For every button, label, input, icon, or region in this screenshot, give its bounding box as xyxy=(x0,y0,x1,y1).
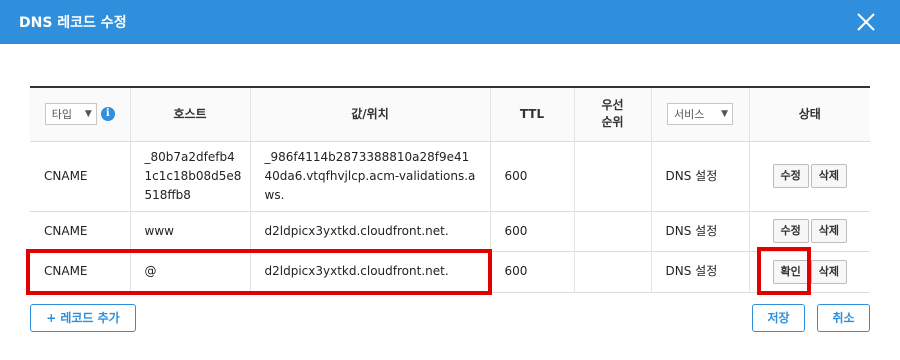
dialog-title: DNS 레코드 수정 xyxy=(19,15,127,31)
dialog-titlebar: DNS 레코드 수정 xyxy=(0,0,900,44)
add-record-label: 레코드 추가 xyxy=(60,311,120,325)
cell-value: _986f4114b2873388810a28f9e4140da6.vtqfhv… xyxy=(250,141,491,211)
header-priority-line1: 우선 xyxy=(601,98,624,113)
table-row: CNAME www d2ldpicx3yxtkd.cloudfront.net.… xyxy=(30,211,870,251)
edit-button[interactable]: 수정 xyxy=(772,219,809,243)
cell-ttl: 600 xyxy=(490,251,575,292)
chevron-down-icon: ▼ xyxy=(721,108,728,119)
cell-value: d2ldpicx3yxtkd.cloudfront.net. xyxy=(250,211,491,251)
cell-host: _80b7a2dfefb41c1c18b08d5e8518ffb8 xyxy=(130,141,251,211)
cell-type: CNAME xyxy=(30,211,131,251)
dns-record-edit-dialog: DNS 레코드 수정 타입 ▼ i 호스트 값/위치 TTL 우선 순위 서비스… xyxy=(0,0,900,360)
edit-button[interactable]: 수정 xyxy=(772,164,809,188)
add-record-button[interactable]: + 레코드 추가 xyxy=(30,304,136,332)
cell-host: www xyxy=(130,211,251,251)
cell-priority xyxy=(574,211,652,251)
header-ttl: TTL xyxy=(490,87,575,141)
service-filter-value: 서비스 xyxy=(674,107,705,121)
close-icon xyxy=(857,13,875,31)
cell-priority xyxy=(574,251,652,292)
highlight-box-row xyxy=(26,249,492,295)
header-priority-line2: 순위 xyxy=(601,115,624,130)
plus-icon: + xyxy=(46,311,57,325)
table-row: CNAME _80b7a2dfefb41c1c18b08d5e8518ffb8 … xyxy=(30,141,870,211)
header-priority: 우선 순위 xyxy=(574,87,652,141)
delete-button[interactable]: 삭제 xyxy=(810,164,847,188)
type-filter-value: 타입 xyxy=(51,107,72,121)
delete-button[interactable]: 삭제 xyxy=(810,219,847,243)
header-value: 값/위치 xyxy=(250,87,491,141)
cell-ttl: 600 xyxy=(490,211,575,251)
cell-priority xyxy=(574,141,652,211)
table-header-row: 타입 ▼ i 호스트 값/위치 TTL 우선 순위 서비스 ▼ 상태 xyxy=(30,87,870,141)
cell-actions: 수정 삭제 xyxy=(749,141,870,211)
info-icon[interactable]: i xyxy=(100,107,115,122)
delete-button[interactable]: 삭제 xyxy=(810,259,847,284)
cell-ttl: 600 xyxy=(490,141,575,211)
highlight-box-confirm xyxy=(757,247,811,295)
header-status: 상태 xyxy=(798,106,821,121)
chevron-down-icon: ▼ xyxy=(84,108,92,119)
cell-actions: 수정 삭제 xyxy=(749,211,870,251)
cell-service: DNS 설정 xyxy=(651,251,750,292)
header-service: 서비스 ▼ xyxy=(651,87,750,141)
cell-type: CNAME xyxy=(30,141,131,211)
service-filter-select[interactable]: 서비스 ▼ xyxy=(667,103,733,126)
cell-service: DNS 설정 xyxy=(651,211,750,251)
header-host: 호스트 xyxy=(130,87,251,141)
cancel-button[interactable]: 취소 xyxy=(817,304,870,332)
cell-service: DNS 설정 xyxy=(651,141,750,211)
close-button[interactable] xyxy=(854,10,878,34)
save-button[interactable]: 저장 xyxy=(752,304,805,332)
type-filter-select[interactable]: 타입 ▼ xyxy=(44,103,97,126)
header-type: 타입 ▼ i xyxy=(30,87,131,141)
